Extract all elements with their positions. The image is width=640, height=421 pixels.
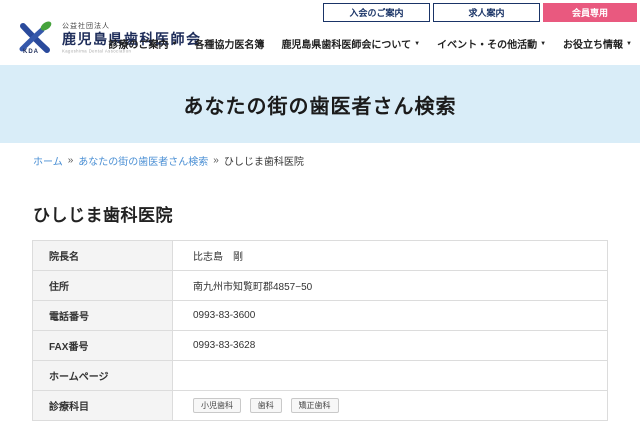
job-info-button[interactable]: 求人案内 <box>433 3 540 22</box>
kda-logo-icon: KDA <box>14 19 58 59</box>
banner-title: あなたの街の歯医者さん検索 <box>183 95 457 118</box>
row-value-director: 比志島 剛 <box>172 240 608 271</box>
org-type-label: 公益社団法人 <box>62 23 110 30</box>
page-title: ひしじま歯科医院 <box>33 206 173 225</box>
nav-item-events[interactable]: イベント・その他活動 ▼ <box>437 36 546 51</box>
chevron-down-icon: ▼ <box>171 40 178 47</box>
row-label-phone: 電話番号 <box>32 300 173 331</box>
breadcrumb-current: ひしじま歯科医院 <box>223 157 304 168</box>
members-only-button[interactable]: 会員専用 <box>543 3 637 22</box>
department-tag: 小児歯科 <box>193 397 241 414</box>
row-label-director: 院長名 <box>32 240 173 271</box>
breadcrumb-search-link[interactable]: あなたの街の歯医者さん検索 <box>78 153 208 168</box>
row-value-address: 南九州市知覧町郡4857−50 <box>172 270 608 301</box>
table-row: FAX番号 0993-83-3628 <box>32 330 608 361</box>
nav-item-medical-guide[interactable]: 診療のご案内 ▼ <box>108 36 177 51</box>
table-row: 電話番号 0993-83-3600 <box>32 300 608 331</box>
header-utility-buttons: 入会のご案内 求人案内 会員専用 <box>323 3 637 22</box>
breadcrumb-separator: » <box>67 155 74 166</box>
table-row: 住所 南九州市知覧町郡4857−50 <box>32 270 608 301</box>
row-value-homepage <box>172 360 608 391</box>
join-guide-button[interactable]: 入会のご案内 <box>323 3 430 22</box>
table-row: 院長名 比志島 剛 <box>32 240 608 271</box>
chevron-down-icon: ▼ <box>414 40 421 47</box>
row-value-fax: 0993-83-3628 <box>172 330 608 361</box>
breadcrumb-separator: » <box>213 155 219 166</box>
department-tag: 矯正歯科 <box>290 397 339 414</box>
row-value-departments: 小児歯科 歯科 矯正歯科 <box>172 390 608 421</box>
row-label-homepage: ホームページ <box>32 360 173 391</box>
nav-item-cooperating-doctors[interactable]: 各種協力医名簿 <box>194 36 264 51</box>
row-label-address: 住所 <box>32 270 173 301</box>
row-label-fax: FAX番号 <box>32 330 173 361</box>
breadcrumb-home-link[interactable]: ホーム <box>33 153 63 168</box>
chevron-down-icon: ▼ <box>540 40 547 47</box>
logo-abbr-text: KDA <box>23 49 39 55</box>
nav-item-useful-info[interactable]: お役立ち情報 ▼ <box>563 36 632 51</box>
table-row: ホームページ <box>32 360 608 391</box>
chevron-down-icon: ▼ <box>626 40 632 47</box>
row-label-departments: 診療科目 <box>32 390 173 421</box>
main-navigation: 診療のご案内 ▼ 各種協力医名簿 鹿児島県歯科医師会について ▼ イベント・その… <box>108 36 632 51</box>
table-row: 診療科目 小児歯科 歯科 矯正歯科 <box>32 390 608 421</box>
breadcrumb: ホーム » あなたの街の歯医者さん検索 » ひしじま歯科医院 <box>33 153 640 168</box>
page-banner: あなたの街の歯医者さん検索 <box>0 65 640 143</box>
row-value-phone: 0993-83-3600 <box>172 300 608 331</box>
department-tag: 歯科 <box>249 397 282 414</box>
site-header: KDA 公益社団法人 鹿児島県歯科医師会 Kagoshima Dental As… <box>0 0 640 65</box>
clinic-info-table: 院長名 比志島 剛 住所 南九州市知覧町郡4857−50 電話番号 0993-8… <box>32 240 608 421</box>
nav-item-about-association[interactable]: 鹿児島県歯科医師会について ▼ <box>281 36 420 51</box>
